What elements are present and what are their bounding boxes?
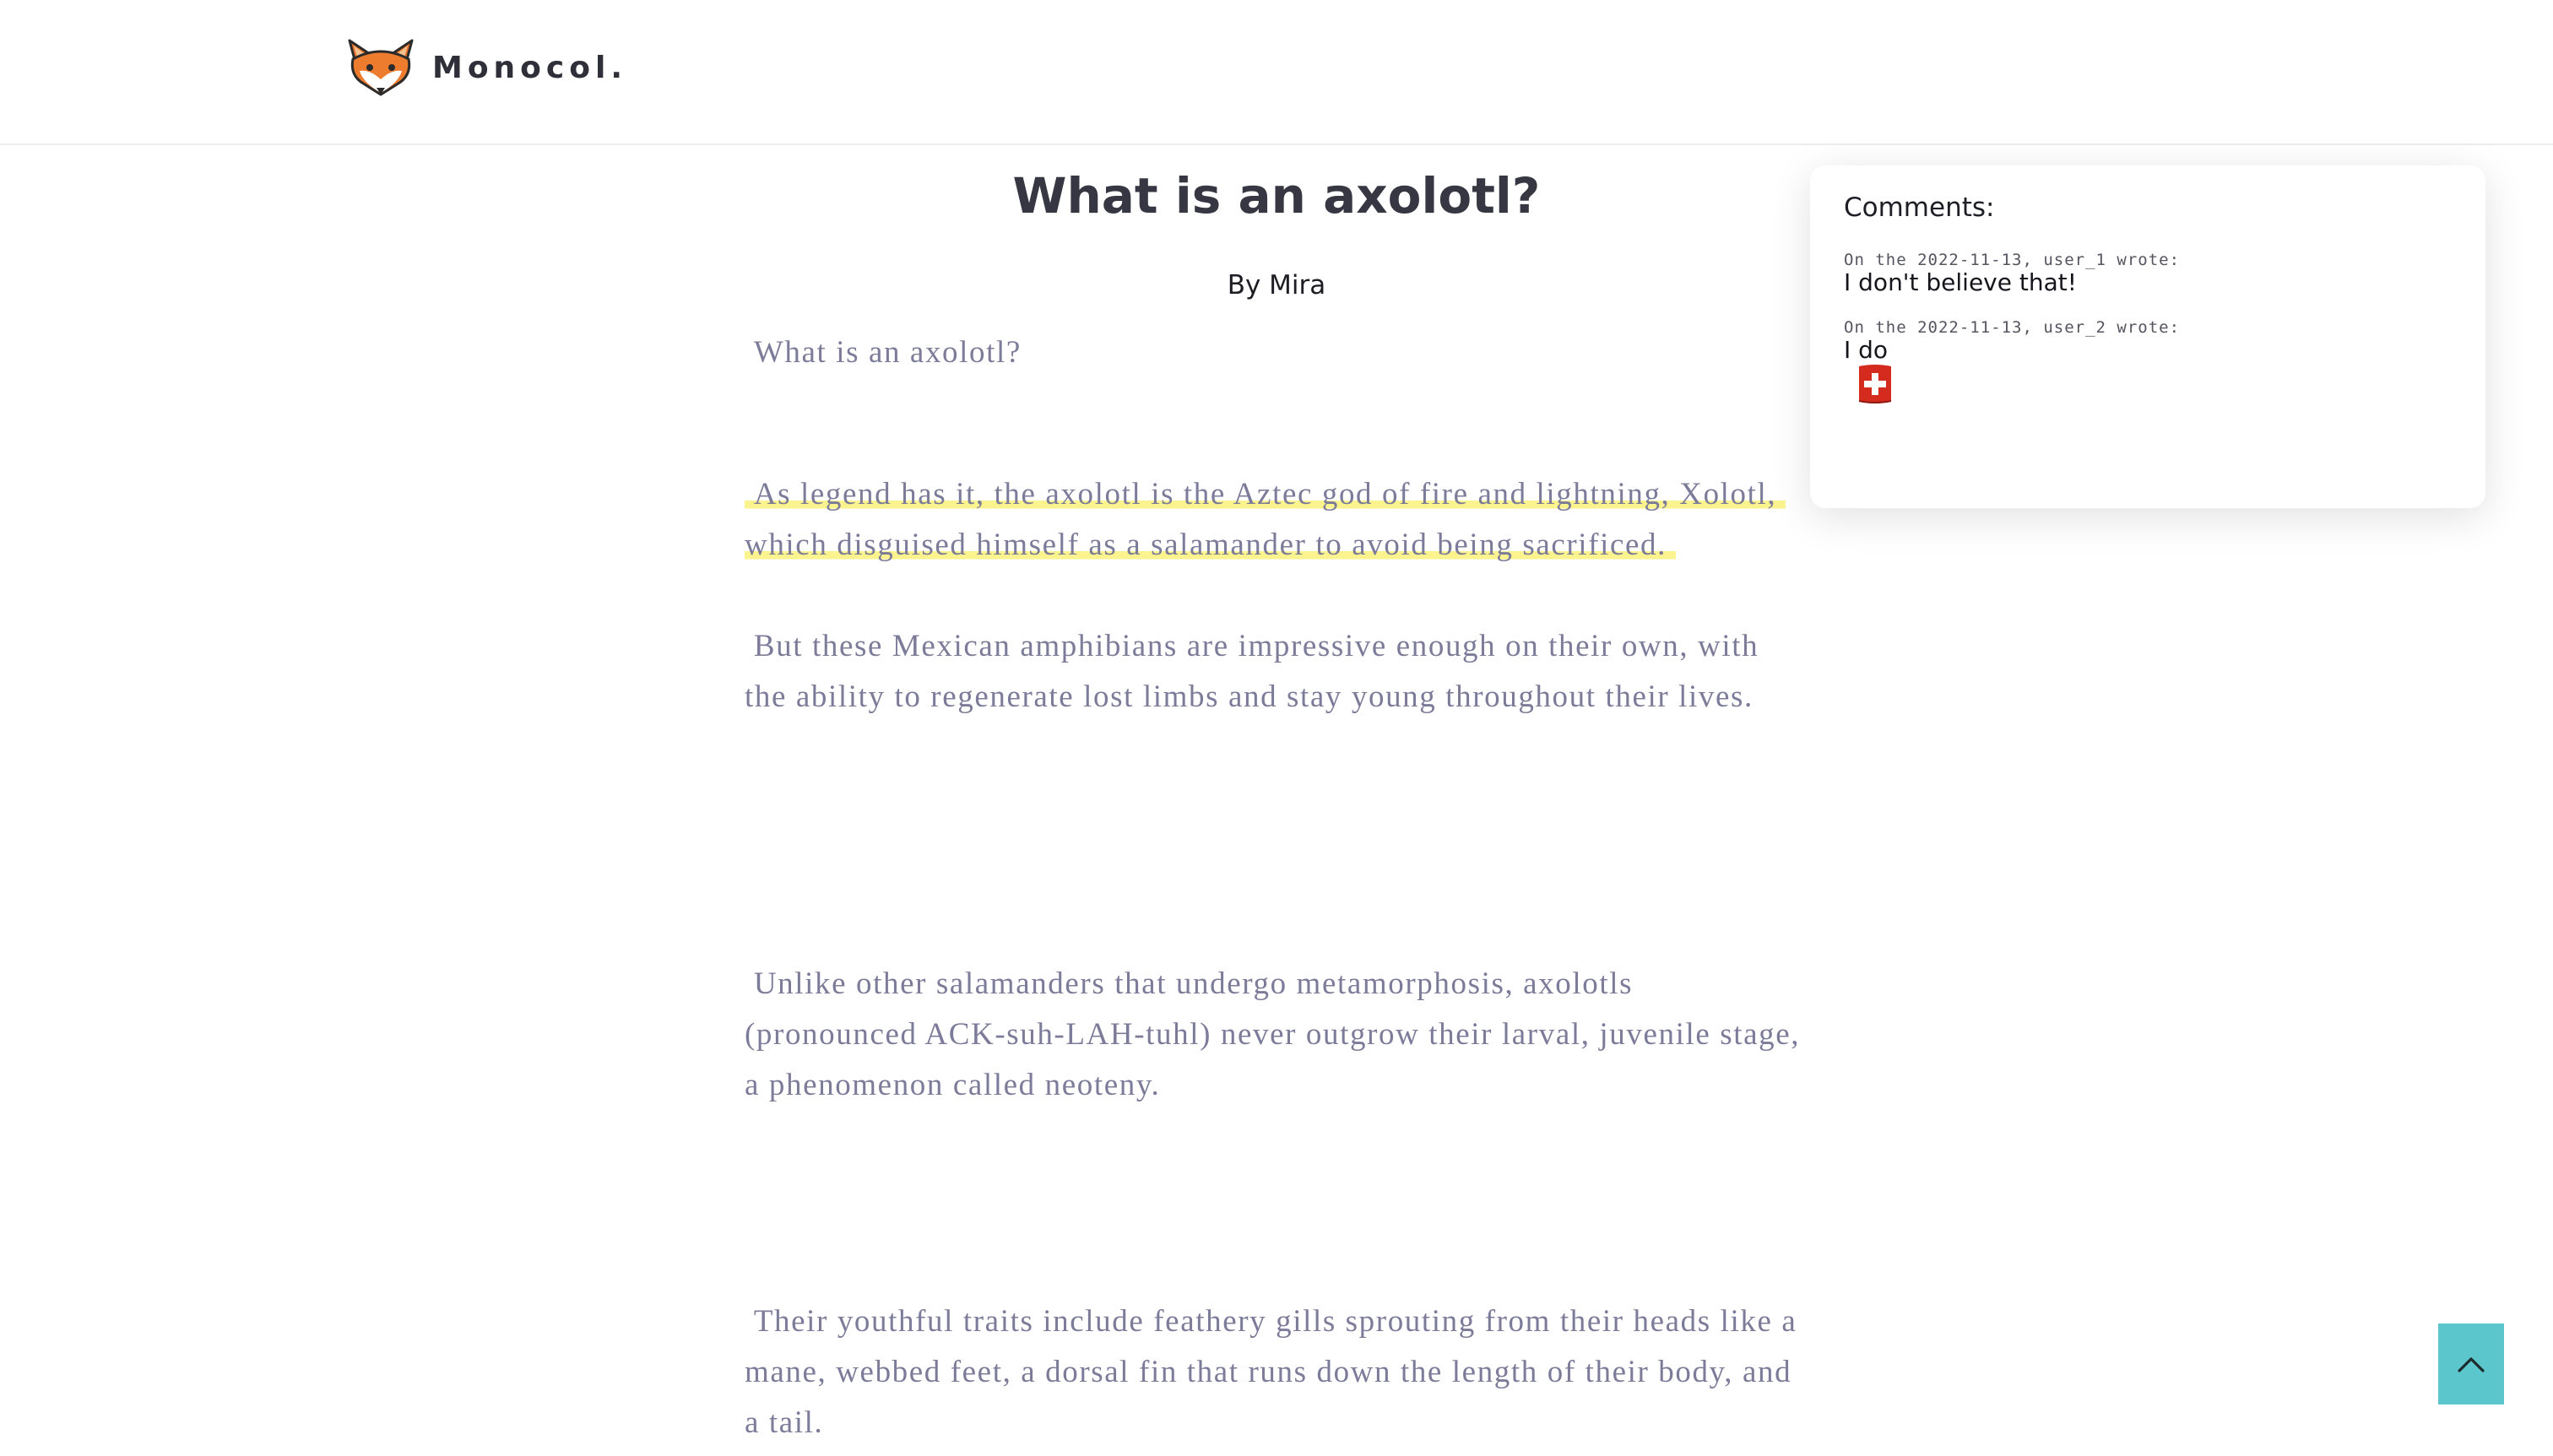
chevron-up-icon xyxy=(2458,1357,2485,1372)
brand-name: Monocol. xyxy=(432,50,628,85)
article-author: By Mira xyxy=(1227,270,1326,300)
comment-meta: On the 2022-11-13, user_2 wrote: xyxy=(1844,318,2181,337)
comment-text: I do xyxy=(1844,336,1889,364)
comments-title: Comments: xyxy=(1844,192,1995,223)
article-paragraph: Unlike other salamanders that undergo me… xyxy=(745,966,1809,1102)
fox-logo-icon xyxy=(348,39,414,96)
article-paragraph: But these Mexican amphibians are impress… xyxy=(745,629,1769,714)
comment-meta: On the 2022-11-13, user_1 wrote: xyxy=(1844,251,2181,269)
highlighted-text[interactable]: As legend has it, the axolotl is the Azt… xyxy=(745,477,1786,562)
swiss-flag-icon xyxy=(1859,365,1891,403)
comment-text: I don't believe that! xyxy=(1844,268,2077,296)
scroll-to-top-button[interactable] xyxy=(2438,1323,2504,1405)
comments-panel: Comments: On the 2022-11-13, user_1 wrot… xyxy=(1810,165,2485,508)
comment-item: On the 2022-11-13, user_2 wrote: I do xyxy=(1844,317,2180,363)
article-paragraph: What is an axolotl? xyxy=(745,335,1022,370)
comment-item: On the 2022-11-13, user_1 wrote: I don't… xyxy=(1844,250,2180,295)
site-header: Monocol. xyxy=(0,0,2553,145)
article-paragraph: Their youthful traits include feathery g… xyxy=(745,1304,1807,1440)
brand-home-link[interactable]: Monocol. xyxy=(344,34,627,101)
article-title: What is an axolotl? xyxy=(1012,167,1541,225)
article-paragraph-highlighted: As legend has it, the axolotl is the Azt… xyxy=(745,469,1810,571)
